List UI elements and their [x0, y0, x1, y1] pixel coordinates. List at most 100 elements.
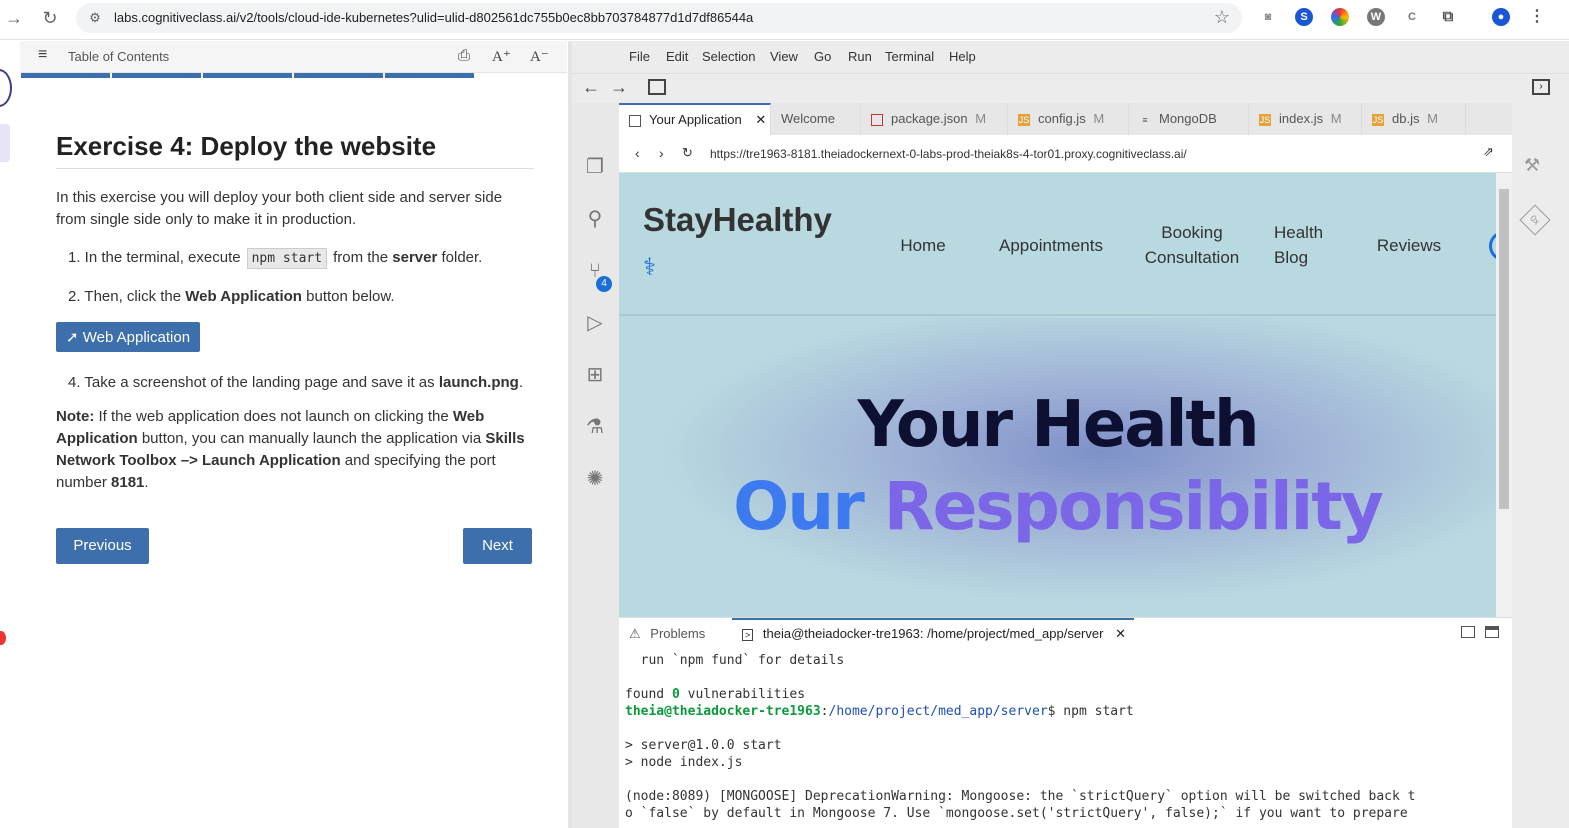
instructions-pane: ≡ Table of Contents ⎙ A⁺ A⁻ Exercise 4: … — [0, 41, 570, 828]
extension-s-icon[interactable]: S — [1295, 8, 1313, 26]
tab-db-js[interactable]: JS db.js M — [1362, 103, 1466, 135]
print-icon[interactable]: ⎙ — [458, 47, 470, 64]
color-picker-icon[interactable] — [1331, 8, 1349, 26]
menu-go[interactable]: Go — [814, 49, 831, 64]
lesson-progress — [20, 73, 567, 78]
explorer-icon[interactable]: ❐ — [583, 155, 607, 179]
secondary-sidebar-icon[interactable]: › — [1532, 79, 1550, 95]
nav-booking-consultation[interactable]: Booking Consultation — [1139, 220, 1245, 270]
forward-icon[interactable]: → — [2, 6, 26, 30]
activity-bar: ❐ ⚲ ⑂ 4 ▷ ⊞ ⚗ ✺ — [572, 103, 619, 828]
bottom-panel-header: ⚠ Problems > theia@theiadocker-tre1963: … — [619, 617, 1512, 649]
ide-menubar: File Edit Selection View Go Run Terminal… — [572, 41, 1569, 73]
maximize-panel-icon[interactable] — [1485, 626, 1499, 638]
hex-tool-icon[interactable]: 0x — [1519, 204, 1551, 236]
tools-icon[interactable]: ⚒ — [1524, 155, 1540, 176]
js-file-icon: JS — [1018, 113, 1030, 126]
extension-w-icon[interactable]: W — [1367, 8, 1385, 26]
terminal-line: run `npm fund` for details — [625, 653, 845, 668]
preview-back-icon[interactable]: ‹ — [635, 145, 640, 161]
font-decrease-button[interactable]: A⁻ — [530, 47, 549, 66]
doctor-icon: ⚕ — [643, 254, 656, 281]
open-external-icon[interactable]: ⇗ — [1483, 144, 1494, 160]
nav-health-blog[interactable]: Health Blog — [1274, 220, 1334, 270]
camera-icon[interactable]: ◙ — [1259, 8, 1277, 26]
font-increase-button[interactable]: A⁺ — [492, 47, 511, 66]
menu-selection[interactable]: Selection — [702, 49, 755, 64]
nav-appointments[interactable]: Appointments — [993, 233, 1109, 258]
site-logo[interactable]: StayHealthy — [643, 201, 832, 239]
theia-ide: File Edit Selection View Go Run Terminal… — [572, 41, 1569, 828]
hero-title: Your Health — [857, 388, 1259, 462]
preview-reload-icon[interactable]: ↻ — [682, 145, 693, 161]
hamburger-menu-icon[interactable]: ≡ — [38, 46, 47, 64]
tab-config-js[interactable]: JS config.js M — [1008, 103, 1129, 135]
skills-network-icon[interactable]: ✺ — [583, 467, 607, 491]
close-terminal-icon[interactable]: ✕ — [1115, 626, 1126, 641]
back-arrow-icon[interactable]: ← — [582, 77, 600, 98]
menu-edit[interactable]: Edit — [666, 49, 688, 64]
url-text[interactable]: labs.cognitiveclass.ai/v2/tools/cloud-id… — [114, 10, 753, 25]
menu-file[interactable]: File — [629, 49, 650, 64]
scrollbar-thumb[interactable] — [1499, 189, 1509, 509]
profile-avatar[interactable]: ● — [1492, 8, 1510, 26]
sidebar-active-marker — [0, 124, 10, 162]
browser-toolbar: → ↻ ⚙ labs.cognitiveclass.ai/v2/tools/cl… — [0, 0, 1569, 40]
toc-label[interactable]: Table of Contents — [68, 49, 169, 64]
menu-run[interactable]: Run — [848, 49, 872, 64]
terminal-line: o `false` by default in Mongoose 7. Use … — [625, 806, 1408, 821]
bookmark-star-icon[interactable]: ☆ — [1214, 7, 1230, 28]
forward-arrow-icon[interactable]: → — [610, 77, 628, 98]
run-debug-icon[interactable]: ▷ — [583, 311, 607, 335]
js-file-icon: JS — [1372, 113, 1384, 126]
terminal-output[interactable]: run `npm fund` for details found 0 vulne… — [619, 649, 1512, 828]
tab-index-js[interactable]: JS index.js M — [1249, 103, 1362, 135]
search-icon[interactable]: ⚲ — [583, 207, 607, 231]
split-terminal-icon[interactable] — [1461, 626, 1475, 638]
warning-icon: ⚠ — [629, 626, 641, 641]
tab-your-application[interactable]: Your Application ✕ — [619, 103, 771, 135]
extensions-puzzle-icon[interactable]: ⧉ — [1439, 8, 1457, 26]
tab-welcome[interactable]: Welcome — [771, 103, 861, 135]
menu-help[interactable]: Help — [949, 49, 976, 64]
toggle-panel-icon[interactable] — [648, 79, 666, 95]
preview-url[interactable]: https://tre1963-8181.theiadockernext-0-l… — [710, 147, 1187, 161]
left-edge-strip — [0, 41, 20, 828]
editor-tabs: Your Application ✕ Welcome package.json … — [619, 103, 1512, 135]
extensions-icon[interactable]: ⊞ — [583, 363, 607, 387]
previous-button[interactable]: Previous — [56, 528, 149, 564]
preview-browser-bar: ‹ › ↻ https://tre1963-8181.theiadockerne… — [619, 135, 1512, 173]
nav-reviews[interactable]: Reviews — [1376, 233, 1442, 258]
web-application-button[interactable]: ➚ Web Application — [56, 322, 201, 352]
browser-tab-icon — [629, 114, 641, 127]
database-icon: ≡ — [1142, 114, 1148, 125]
preview-forward-icon[interactable]: › — [659, 145, 664, 161]
hero-subtitle: Our Responsibility — [733, 468, 1384, 545]
terminal-line: found 0 vulnerabilities — [625, 687, 806, 702]
lesson-intro: In this exercise you will deploy your bo… — [56, 189, 503, 228]
nav-home[interactable]: Home — [897, 233, 949, 258]
signup-button-partial[interactable] — [1489, 231, 1496, 261]
tab-mongodb[interactable]: ≡ MongoDB — [1129, 103, 1249, 135]
close-tab-icon[interactable]: ✕ — [755, 112, 766, 127]
terminal-prompt: theia@theiadocker-tre1963:/home/project/… — [625, 704, 1134, 719]
address-bar[interactable]: ⚙ labs.cognitiveclass.ai/v2/tools/cloud-… — [76, 3, 1242, 33]
js-file-icon: JS — [1259, 113, 1271, 126]
site-info-icon[interactable]: ⚙ — [86, 9, 104, 27]
tab-problems[interactable]: ⚠ Problems — [629, 626, 705, 642]
preview-scrollbar[interactable] — [1496, 173, 1512, 617]
app-preview: StayHealthy ⚕ Home Appointments Booking … — [619, 173, 1496, 617]
extension-c-icon[interactable]: C — [1403, 8, 1421, 26]
tab-terminal[interactable]: > theia@theiadocker-tre1963: /home/proje… — [742, 626, 1126, 642]
reload-icon[interactable]: ↻ — [38, 6, 62, 30]
tab-package-json[interactable]: package.json M — [861, 103, 1008, 135]
menu-terminal[interactable]: Terminal — [885, 49, 934, 64]
next-button[interactable]: Next — [463, 528, 532, 564]
rocket-icon: ➚ — [66, 329, 79, 346]
sidebar-logo-icon — [0, 69, 12, 107]
notification-dot-icon — [0, 631, 6, 645]
step-1: 1. In the terminal, execute npm start from… — [68, 247, 534, 270]
menu-view[interactable]: View — [770, 49, 798, 64]
testing-flask-icon[interactable]: ⚗ — [583, 415, 607, 439]
menu-kebab-icon[interactable]: ⋮ — [1528, 8, 1546, 26]
